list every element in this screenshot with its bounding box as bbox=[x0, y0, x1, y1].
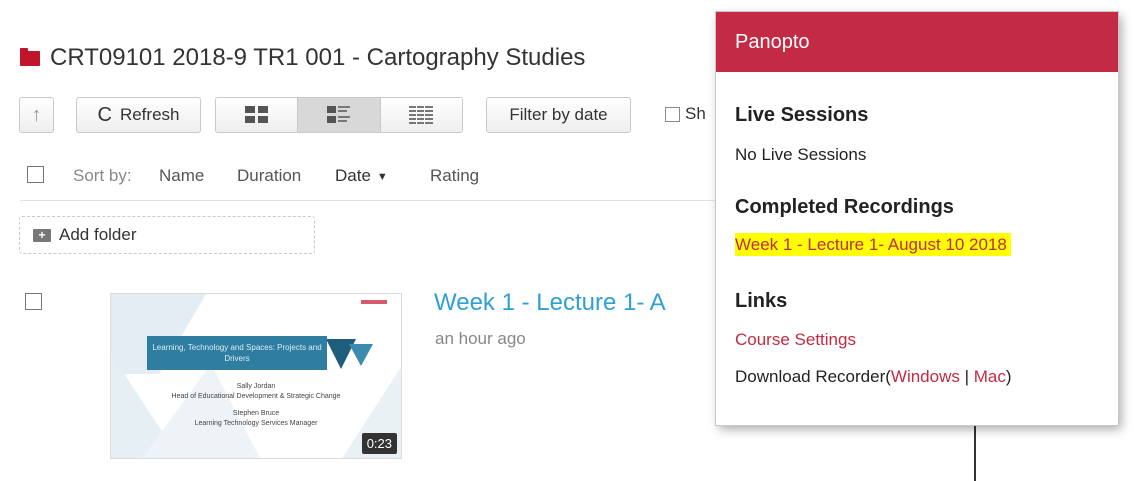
refresh-label: Refresh bbox=[119, 105, 180, 124]
sort-rating[interactable]: Rating bbox=[430, 166, 479, 186]
session-time: an hour ago bbox=[435, 329, 526, 348]
session-checkbox[interactable] bbox=[25, 293, 42, 310]
slide-presenter-1: Sally Jordan bbox=[236, 383, 276, 390]
show-label: Sh bbox=[685, 104, 706, 123]
recording-item: Week 1 - Lecture 1- August 10 2018 bbox=[735, 233, 1011, 256]
sort-duration[interactable]: Duration bbox=[237, 166, 301, 186]
no-live-sessions-text: No Live Sessions bbox=[735, 145, 867, 164]
divider bbox=[20, 200, 720, 201]
scrollbar-edge bbox=[974, 425, 976, 481]
refresh-icon: C bbox=[97, 103, 112, 126]
sort-date[interactable]: Date ▼ bbox=[335, 166, 388, 186]
download-windows-link[interactable]: Windows bbox=[891, 367, 960, 386]
detail-view-icon bbox=[326, 106, 350, 123]
add-folder-label: Add folder bbox=[59, 225, 137, 244]
add-folder-button[interactable]: + Add folder bbox=[19, 216, 315, 254]
sort-label: Sort by: bbox=[73, 166, 132, 185]
slide-background bbox=[111, 294, 401, 458]
links-heading: Links bbox=[735, 290, 788, 312]
add-folder-icon: + bbox=[33, 228, 51, 242]
course-settings-item: Course Settings bbox=[735, 330, 856, 350]
refresh-button[interactable]: C Refresh bbox=[76, 97, 201, 133]
list-view-icon bbox=[409, 106, 434, 124]
folder-title: CRT09101 2018-9 TR1 001 - Cartography St… bbox=[50, 44, 586, 71]
arrow-up-icon: ↑ bbox=[31, 103, 42, 126]
filter-by-date-button[interactable]: Filter by date bbox=[486, 97, 631, 133]
folder-icon bbox=[20, 47, 40, 66]
detail-view-button[interactable] bbox=[298, 98, 381, 132]
caret-down-icon: ▼ bbox=[376, 171, 388, 183]
panopto-popup: Panopto Live Sessions No Live Sessions C… bbox=[716, 12, 1118, 425]
download-recorder-close: ) bbox=[1005, 367, 1012, 386]
show-checkbox[interactable] bbox=[665, 107, 680, 122]
duration-badge: 0:23 bbox=[361, 433, 397, 454]
slide-presenter-2: Stephen Bruce bbox=[232, 410, 280, 417]
download-recorder-label: Download Recorder( bbox=[735, 367, 891, 386]
link-separator: | bbox=[959, 367, 974, 386]
thumbnail-view-icon bbox=[244, 106, 268, 123]
session-thumbnail[interactable]: Learning, Technology and Spaces: Project… bbox=[110, 293, 402, 459]
list-view-button[interactable] bbox=[380, 98, 462, 132]
course-settings-link[interactable]: Course Settings bbox=[735, 330, 856, 349]
view-mode-group bbox=[215, 97, 463, 133]
thumbnail-view-button[interactable] bbox=[216, 98, 299, 132]
recording-link[interactable]: Week 1 - Lecture 1- August 10 2018 bbox=[735, 233, 1011, 256]
folder-header: CRT09101 2018-9 TR1 001 - Cartography St… bbox=[20, 43, 585, 73]
slide-role-2: Learning Technology Services Manager bbox=[194, 420, 318, 427]
completed-recordings-heading: Completed Recordings bbox=[735, 196, 954, 218]
live-sessions-heading: Live Sessions bbox=[735, 104, 869, 126]
sort-name[interactable]: Name bbox=[159, 166, 204, 186]
session-title-link[interactable]: Week 1 - Lecture 1- A bbox=[434, 289, 666, 317]
slide-role-1: Head of Educational Development & Strate… bbox=[171, 393, 341, 400]
popup-header: Panopto bbox=[716, 12, 1118, 72]
up-button[interactable]: ↑ bbox=[19, 97, 54, 133]
download-mac-link[interactable]: Mac bbox=[974, 367, 1006, 386]
select-all-checkbox[interactable] bbox=[27, 166, 44, 183]
slide-title: Learning, Technology and Spaces: Project… bbox=[147, 336, 327, 370]
download-recorder-line: Download Recorder(Windows | Mac) bbox=[735, 367, 1012, 387]
sort-date-label: Date bbox=[335, 166, 371, 185]
